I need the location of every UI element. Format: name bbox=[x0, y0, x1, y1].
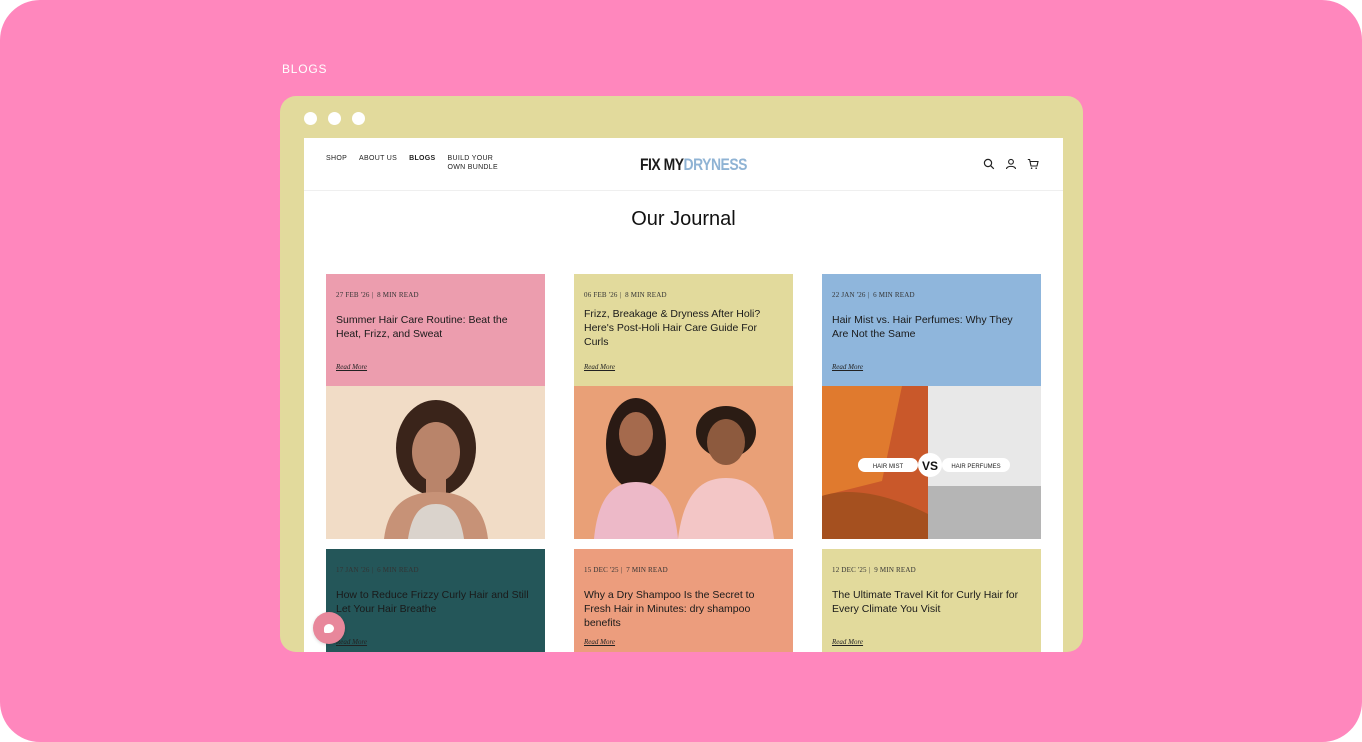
blog-card[interactable]: 22 JAN '26 | 6 MIN READ Hair Mist vs. Ha… bbox=[822, 274, 1041, 539]
nav-build-bundle[interactable]: BUILD YOUR OWN BUNDLE bbox=[448, 154, 508, 172]
read-more-link[interactable]: Read More bbox=[832, 638, 863, 646]
read-more-link[interactable]: Read More bbox=[584, 363, 615, 371]
search-icon[interactable] bbox=[983, 158, 995, 170]
cart-icon[interactable] bbox=[1027, 158, 1039, 170]
read-more-link[interactable]: Read More bbox=[584, 638, 615, 646]
web-page: SHOP ABOUT US BLOGS BUILD YOUR OWN BUNDL… bbox=[304, 138, 1063, 652]
card-header: 12 DEC '25 | 9 MIN READ The Ultimate Tra… bbox=[822, 549, 1041, 652]
post-title[interactable]: Hair Mist vs. Hair Perfumes: Why They Ar… bbox=[832, 313, 1031, 341]
post-date: 17 JAN '26 bbox=[336, 566, 370, 574]
post-title[interactable]: Frizz, Breakage & Dryness After Holi? He… bbox=[584, 307, 783, 349]
post-meta: 27 FEB '26 | 8 MIN READ bbox=[336, 291, 419, 299]
read-more-link[interactable]: Read More bbox=[336, 363, 367, 371]
post-meta: 22 JAN '26 | 6 MIN READ bbox=[832, 291, 915, 299]
post-date: 27 FEB '26 bbox=[336, 291, 370, 299]
blog-card[interactable]: 15 DEC '25 | 7 MIN READ Why a Dry Shampo… bbox=[574, 549, 793, 652]
post-image[interactable] bbox=[574, 386, 793, 539]
header-icons bbox=[983, 158, 1039, 170]
post-date: 22 JAN '26 bbox=[832, 291, 866, 299]
blog-card[interactable]: 06 FEB '26 | 8 MIN READ Frizz, Breakage … bbox=[574, 274, 793, 539]
card-header: 27 FEB '26 | 8 MIN READ Summer Hair Care… bbox=[326, 274, 545, 386]
browser-window: SHOP ABOUT US BLOGS BUILD YOUR OWN BUNDL… bbox=[280, 96, 1083, 652]
main-nav: SHOP ABOUT US BLOGS BUILD YOUR OWN BUNDL… bbox=[326, 154, 508, 172]
image-label-left: HAIR MIST bbox=[873, 464, 904, 470]
logo-part-1: FIX MY bbox=[640, 155, 684, 174]
post-date: 15 DEC '25 bbox=[584, 566, 619, 574]
pink-background: BLOGS SHOP ABOUT US BLOGS BUILD YOUR OWN… bbox=[0, 0, 1362, 742]
chat-icon bbox=[324, 623, 334, 633]
window-dot bbox=[328, 112, 341, 125]
card-header: 22 JAN '26 | 6 MIN READ Hair Mist vs. Ha… bbox=[822, 274, 1041, 386]
window-controls bbox=[304, 112, 365, 125]
user-icon[interactable] bbox=[1005, 158, 1017, 170]
card-header: 15 DEC '25 | 7 MIN READ Why a Dry Shampo… bbox=[574, 549, 793, 652]
post-image[interactable]: HAIR MIST HAIR PERFUMES VS bbox=[822, 386, 1041, 539]
post-date: 12 DEC '25 bbox=[832, 566, 867, 574]
post-meta: 12 DEC '25 | 9 MIN READ bbox=[832, 566, 916, 574]
blog-card[interactable]: 12 DEC '25 | 9 MIN READ The Ultimate Tra… bbox=[822, 549, 1041, 652]
window-dot bbox=[304, 112, 317, 125]
card-header: 06 FEB '26 | 8 MIN READ Frizz, Breakage … bbox=[574, 274, 793, 386]
post-title[interactable]: The Ultimate Travel Kit for Curly Hair f… bbox=[832, 588, 1031, 616]
blog-grid: 27 FEB '26 | 8 MIN READ Summer Hair Care… bbox=[326, 274, 1042, 652]
blog-card[interactable]: 17 JAN '26 | 6 MIN READ How to Reduce Fr… bbox=[326, 549, 545, 652]
image-label-right: HAIR PERFUMES bbox=[951, 464, 1000, 470]
nav-shop[interactable]: SHOP bbox=[326, 154, 347, 172]
post-meta: 15 DEC '25 | 7 MIN READ bbox=[584, 566, 668, 574]
window-dot bbox=[352, 112, 365, 125]
post-date: 06 FEB '26 bbox=[584, 291, 618, 299]
post-read-time: 9 MIN READ bbox=[874, 566, 916, 574]
post-read-time: 8 MIN READ bbox=[625, 291, 667, 299]
post-title[interactable]: Summer Hair Care Routine: Beat the Heat,… bbox=[336, 313, 535, 341]
page-title: Our Journal bbox=[631, 208, 736, 230]
card-header: 17 JAN '26 | 6 MIN READ How to Reduce Fr… bbox=[326, 549, 545, 652]
read-more-link[interactable]: Read More bbox=[832, 363, 863, 371]
post-meta: 17 JAN '26 | 6 MIN READ bbox=[336, 566, 419, 574]
post-title[interactable]: How to Reduce Frizzy Curly Hair and Stil… bbox=[336, 588, 535, 616]
site-header: SHOP ABOUT US BLOGS BUILD YOUR OWN BUNDL… bbox=[304, 138, 1063, 191]
post-read-time: 6 MIN READ bbox=[873, 291, 915, 299]
post-read-time: 8 MIN READ bbox=[377, 291, 419, 299]
post-read-time: 7 MIN READ bbox=[626, 566, 668, 574]
blog-card[interactable]: 27 FEB '26 | 8 MIN READ Summer Hair Care… bbox=[326, 274, 545, 539]
nav-about-us[interactable]: ABOUT US bbox=[359, 154, 397, 172]
chat-widget-button[interactable] bbox=[313, 612, 345, 644]
read-more-link[interactable]: Read More bbox=[336, 638, 367, 646]
post-title[interactable]: Why a Dry Shampoo Is the Secret to Fresh… bbox=[584, 588, 783, 630]
logo-part-2: DRYNESS bbox=[683, 155, 748, 174]
section-label: BLOGS bbox=[282, 62, 328, 76]
nav-blogs[interactable]: BLOGS bbox=[409, 154, 435, 172]
post-meta: 06 FEB '26 | 8 MIN READ bbox=[584, 291, 667, 299]
site-logo[interactable]: FIX MYDRYNESS bbox=[640, 155, 747, 175]
image-label-vs: VS bbox=[922, 459, 938, 473]
post-read-time: 6 MIN READ bbox=[377, 566, 419, 574]
post-image[interactable] bbox=[326, 386, 545, 539]
